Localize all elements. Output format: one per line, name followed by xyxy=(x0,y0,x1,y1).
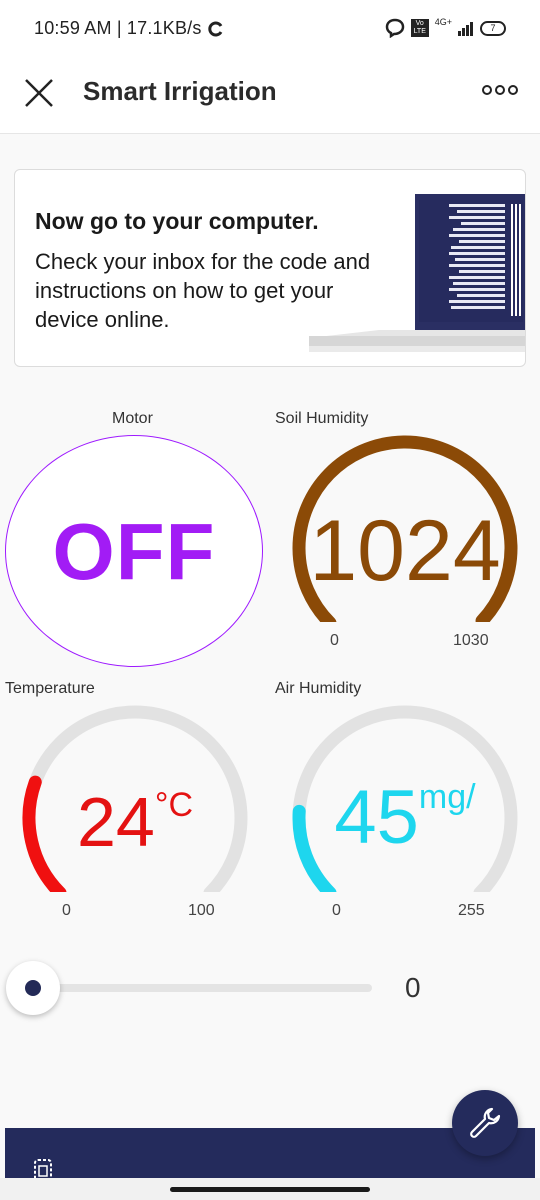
chat-bubble-icon xyxy=(385,18,404,38)
refresh-icon xyxy=(208,21,223,37)
soil-humidity-gauge: 1024 xyxy=(285,432,525,622)
air-humidity-unit: mg/ xyxy=(418,778,476,816)
status-time-speed: 10:59 AM | 17.1KB/s xyxy=(34,18,202,38)
slider-track[interactable] xyxy=(32,984,372,992)
status-icons: Vo LTE 4G+ 7 xyxy=(385,17,506,38)
page-title: Smart Irrigation xyxy=(83,76,277,106)
volte-badge: Vo LTE xyxy=(410,19,429,37)
system-navigation-bar xyxy=(0,1178,540,1200)
air-humidity-gauge: 45mg/ xyxy=(285,702,525,892)
battery-level: 7 xyxy=(490,22,496,33)
soil-humidity-max: 1030 xyxy=(453,632,489,649)
wrench-icon xyxy=(470,1107,501,1138)
close-icon[interactable] xyxy=(22,76,56,110)
temperature-min: 0 xyxy=(62,902,71,919)
air-humidity-value: 45mg/ xyxy=(334,775,476,860)
air-humidity-min: 0 xyxy=(332,902,341,919)
motor-label: Motor xyxy=(112,410,153,427)
home-indicator[interactable] xyxy=(170,1187,370,1192)
soil-humidity-label: Soil Humidity xyxy=(275,410,369,427)
signal-icon xyxy=(458,22,473,36)
motor-state: OFF xyxy=(52,507,216,596)
slider-value: 0 xyxy=(405,972,421,1003)
status-bar: 10:59 AM | 17.1KB/s Vo LTE 4G+ 7 xyxy=(0,0,540,62)
temperature-unit: °C xyxy=(154,786,194,824)
slider-handle-dot xyxy=(25,980,41,996)
temperature-label: Temperature xyxy=(5,680,95,697)
temperature-max: 100 xyxy=(188,902,215,919)
air-humidity-max: 255 xyxy=(458,902,485,919)
slider-handle[interactable] xyxy=(6,961,60,1015)
laptop-illustration xyxy=(309,194,525,352)
setup-promo-card: Now go to your computer. Check your inbo… xyxy=(14,169,526,367)
network-label: 4G+ xyxy=(434,17,452,27)
air-humidity-label: Air Humidity xyxy=(275,680,362,697)
app-bar: Smart Irrigation xyxy=(0,62,540,134)
settings-fab-button[interactable] xyxy=(452,1090,518,1156)
more-options-icon[interactable] xyxy=(480,78,520,102)
temperature-gauge: 24°C xyxy=(15,702,255,892)
soil-humidity-min: 0 xyxy=(330,632,339,649)
battery-icon: 7 xyxy=(480,20,506,36)
promo-heading: Now go to your computer. xyxy=(35,208,319,234)
soil-humidity-value: 1024 xyxy=(309,503,501,599)
motor-toggle-button[interactable]: OFF xyxy=(5,435,263,667)
temperature-value: 24°C xyxy=(76,783,194,861)
